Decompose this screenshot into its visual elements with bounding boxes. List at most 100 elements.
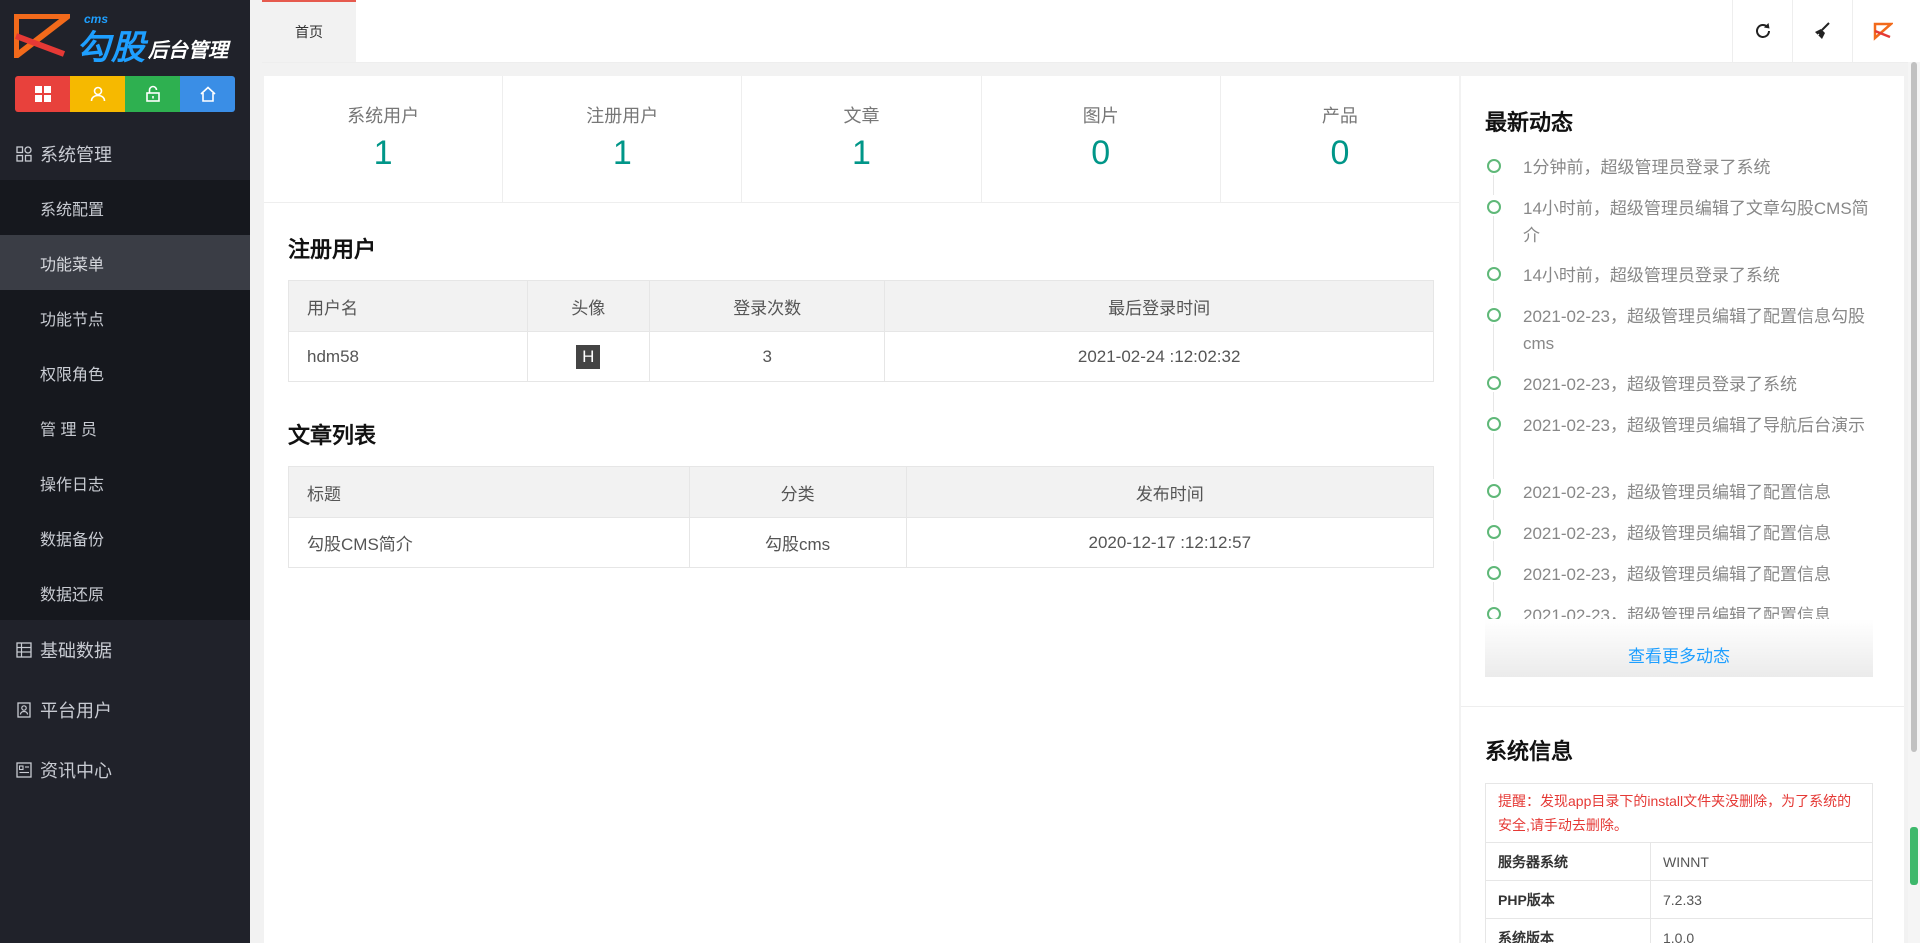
stat-card-articles: 文章 1: [742, 76, 982, 202]
timeline-text: 2021-02-23，超级管理员登录了系统: [1523, 375, 1797, 394]
nav-item-backup[interactable]: 数据备份: [0, 510, 250, 565]
scrollbar-thumb[interactable]: [1911, 62, 1917, 752]
timeline-item: 2021-02-23，超级管理员编辑了配置信息: [1485, 520, 1885, 561]
stat-value: 1: [373, 134, 393, 172]
timeline-text: 2021-02-23，超级管理员编辑了导航后台演示: [1523, 416, 1865, 435]
tab-home[interactable]: 首页: [262, 0, 356, 62]
timeline-item: 14小时前，超级管理员编辑了文章勾股CMS简介: [1485, 195, 1885, 262]
nav-group-system[interactable]: 系统管理: [0, 128, 250, 180]
stat-card-system-users: 系统用户 1: [264, 76, 504, 202]
scroll-indicator: [1910, 827, 1918, 885]
timeline-item: 2021-02-23，超级管理员编辑了配置信息: [1485, 479, 1885, 520]
refresh-icon: [1756, 23, 1770, 38]
sysinfo-title: 系统信息: [1485, 739, 1574, 764]
top-bar: 首页: [262, 0, 1920, 63]
timeline-text: 1分钟前，超级管理员登录了系统: [1523, 158, 1771, 177]
avatar: H: [576, 344, 601, 369]
stat-card-products: 产品 0: [1221, 76, 1459, 202]
stats-row: 系统用户 1 注册用户 1 文章 1 图片 0 产品 0: [264, 76, 1459, 203]
timeline-item: 2021-02-23，超级管理员编辑了导航后台演示: [1485, 412, 1885, 479]
unlock-icon: [145, 85, 160, 102]
clear-cache-button[interactable]: [1792, 0, 1853, 62]
sidebar-nav: 系统管理 系统配置 功能菜单 功能节点 权限角色 管 理 员 操作日志 数据备份…: [0, 128, 250, 800]
sysinfo-value: WINNT: [1650, 842, 1873, 881]
cell-avatar: H: [526, 331, 651, 382]
column-header: 标题: [288, 466, 690, 518]
nav-item-roles[interactable]: 权限角色: [0, 345, 250, 400]
timeline-text: 2021-02-23，超级管理员编辑了配置信息: [1523, 483, 1831, 502]
quick-button-unlock[interactable]: [125, 76, 180, 112]
activity-timeline: 1分钟前，超级管理员登录了系统 14小时前，超级管理员编辑了文章勾股CMS简介 …: [1485, 154, 1885, 632]
nav-item-admins[interactable]: 管 理 员: [0, 400, 250, 455]
timeline-dot-icon: [1487, 417, 1501, 431]
user-menu-button[interactable]: [1852, 0, 1913, 62]
sysinfo-key: PHP版本: [1485, 880, 1651, 919]
nav-group-platform-users[interactable]: 平台用户: [0, 680, 250, 740]
quick-button-windows[interactable]: [15, 76, 70, 112]
stat-value: 1: [852, 134, 871, 172]
sysinfo-key: 服务器系统: [1485, 842, 1651, 881]
cell-last-login: 2021-02-24 :12:02:32: [884, 331, 1434, 382]
column-header: 登录次数: [649, 280, 886, 332]
view-more-activity-link[interactable]: 查看更多动态: [1485, 619, 1873, 677]
cell-logins: 3: [649, 331, 886, 382]
grid-icon: [16, 146, 32, 162]
page-scrollbar[interactable]: [1908, 62, 1920, 943]
sidebar: cms 勾股 后台管理 系统管理 系统配置 功能菜单 功能节点 权限角色 管 理…: [0, 0, 250, 943]
logo-brand-text: 勾股: [76, 29, 146, 67]
nav-group-label: 基础数据: [40, 641, 112, 661]
quick-button-home[interactable]: [180, 76, 235, 112]
stat-label: 注册用户: [586, 106, 659, 126]
broom-icon: [1815, 22, 1830, 39]
quick-buttons: [15, 76, 235, 112]
cell-published: 2020-12-17 :12:12:57: [905, 517, 1435, 568]
news-icon: [16, 762, 32, 778]
article-table: 标题 分类 发布时间 勾股CMS简介 勾股cms 2020-12-17 :12:…: [288, 466, 1435, 568]
logo-triangle-icon: [14, 14, 70, 58]
nav-item-restore[interactable]: 数据还原: [0, 565, 250, 620]
registered-users-table: 用户名 头像 登录次数 最后登录时间 hdm58 H 3 2021-02-24 …: [288, 280, 1434, 382]
stat-label: 系统用户: [347, 106, 420, 126]
right-panel: 最新动态 1分钟前，超级管理员登录了系统 14小时前，超级管理员编辑了文章勾股C…: [1461, 76, 1904, 943]
timeline-item: 2021-02-23，超级管理员登录了系统: [1485, 371, 1885, 412]
column-header: 发布时间: [905, 466, 1435, 518]
table-header-row: 标题 分类 发布时间: [288, 466, 1435, 518]
timeline-item: 1分钟前，超级管理员登录了系统: [1485, 154, 1885, 195]
nav-group-basic-data[interactable]: 基础数据: [0, 620, 250, 680]
column-header: 分类: [688, 466, 907, 518]
table-row: PHP版本 7.2.33: [1485, 880, 1873, 919]
sysinfo-value: 1.0.0: [1650, 918, 1873, 943]
logo[interactable]: cms 勾股 后台管理: [0, 0, 250, 67]
registered-users-title: 注册用户: [288, 237, 377, 262]
timeline-dot-icon: [1487, 484, 1501, 498]
nav-item-function-menu[interactable]: 功能菜单: [0, 235, 250, 290]
timeline-dot-icon: [1487, 525, 1501, 539]
stat-value: 1: [612, 134, 632, 172]
column-header: 头像: [526, 280, 651, 332]
table-row: 系统版本 1.0.0: [1485, 918, 1873, 943]
timeline-dot-icon: [1487, 159, 1501, 173]
table-header-row: 用户名 头像 登录次数 最后登录时间: [288, 280, 1434, 332]
nav-item-system-config[interactable]: 系统配置: [0, 180, 250, 235]
nav-item-logs[interactable]: 操作日志: [0, 455, 250, 510]
timeline-item: 2021-02-23，超级管理员编辑了配置信息: [1485, 561, 1885, 602]
logo-avatar-icon: [1873, 22, 1893, 41]
divider: [1461, 706, 1904, 707]
sysinfo-value: 7.2.33: [1650, 880, 1873, 919]
table-row: hdm58 H 3 2021-02-24 :12:02:32: [288, 331, 1434, 382]
logo-subtitle: 后台管理: [148, 40, 228, 62]
stat-value: 0: [1330, 134, 1350, 172]
refresh-button[interactable]: [1732, 0, 1793, 62]
timeline-text: 2021-02-23，超级管理员编辑了配置信息: [1523, 565, 1831, 584]
quick-button-user[interactable]: [70, 76, 125, 112]
stat-card-images: 图片 0: [982, 76, 1221, 202]
article-list-title: 文章列表: [288, 423, 377, 448]
nav-item-function-node[interactable]: 功能节点: [0, 290, 250, 345]
table-row: 提醒：发现app目录下的install文件夹没删除，为了系统的安全,请手动去删除…: [1485, 783, 1873, 843]
timeline-text: 2021-02-23，超级管理员编辑了配置信息勾股cms: [1523, 307, 1865, 353]
nav-group-news-center[interactable]: 资讯中心: [0, 740, 250, 800]
timeline-item: 2021-02-23，超级管理员编辑了配置信息勾股cms: [1485, 303, 1885, 371]
column-header: 最后登录时间: [884, 280, 1434, 332]
stat-value: 0: [1091, 134, 1111, 172]
install-warning-text: 提醒：发现app目录下的install文件夹没删除，为了系统的安全,请手动去删除…: [1485, 783, 1873, 843]
